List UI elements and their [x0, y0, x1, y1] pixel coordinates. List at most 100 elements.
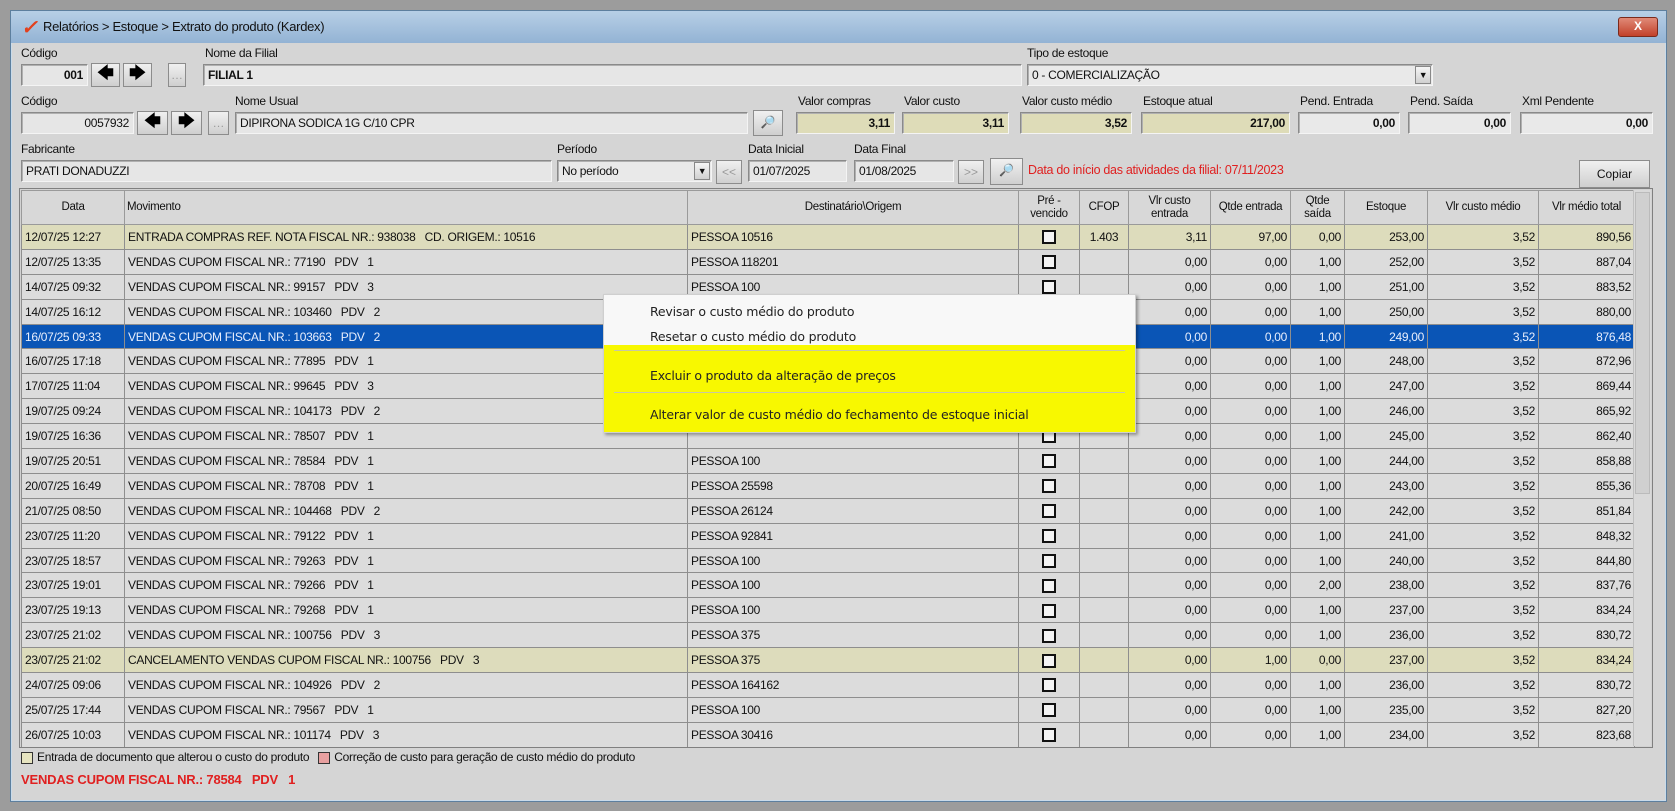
qe-cell: 0,00	[1210, 423, 1291, 450]
table-row[interactable]: 23/07/25 19:01 VENDAS CUPOM FISCAL NR.: 7…	[21, 572, 1635, 599]
table-row[interactable]: 12/07/25 12:27 ENTRADA COMPRAS REF. NOTA …	[21, 224, 1635, 250]
table-row[interactable]: 23/07/25 21:02 VENDAS CUPOM FISCAL NR.: 1…	[21, 622, 1635, 649]
qs-cell: 1,00	[1290, 373, 1345, 400]
table-row[interactable]: 23/07/25 18:57 VENDAS CUPOM FISCAL NR.: 7…	[21, 547, 1635, 574]
table-row[interactable]: 26/07/25 11:25VENDAS CUPOM FISCAL NR.: 7…	[21, 746, 1635, 747]
data-inicial-input[interactable]: 01/07/2025	[748, 160, 847, 182]
pre-vencido-checkbox[interactable]	[1042, 529, 1056, 544]
column-header[interactable]: Data	[21, 190, 125, 225]
pre-vencido-checkbox[interactable]	[1042, 678, 1056, 693]
column-header[interactable]: Vlr custo médio	[1427, 190, 1539, 225]
pesquisar-button[interactable]: 🔎	[990, 158, 1023, 185]
legend: Entrada de documento que alterou o custo…	[21, 750, 635, 764]
mov-cell: VENDAS CUPOM FISCAL NR.: 77190 PDV 1	[124, 248, 688, 275]
menu-item-alterar-custo-fechamento[interactable]: Alterar valor de custo médio do fechamen…	[650, 407, 1029, 422]
pre-vencido-checkbox[interactable]	[1042, 454, 1056, 469]
column-header[interactable]: Movimento	[124, 190, 688, 225]
pre-vencido-checkbox[interactable]	[1042, 504, 1056, 519]
table-row[interactable]: 23/07/25 11:20 VENDAS CUPOM FISCAL NR.: 7…	[21, 522, 1635, 549]
filial-codigo-input[interactable]: 001	[21, 64, 88, 86]
table-row[interactable]: 21/07/25 08:50 VENDAS CUPOM FISCAL NR.: 1…	[21, 497, 1635, 524]
cfop-cell	[1079, 497, 1129, 524]
aviso-inicio-atividades: Data do início das atividades da filial:…	[1028, 163, 1284, 177]
table-row[interactable]: 20/07/25 16:49 VENDAS CUPOM FISCAL NR.: 7…	[21, 472, 1635, 499]
filial-next-button[interactable]: 🡆	[123, 63, 152, 87]
data-cell: 20/07/25 16:49	[21, 472, 125, 499]
produto-search-button[interactable]: …	[208, 111, 229, 135]
pre-vencido-cell	[1018, 597, 1080, 624]
scrollbar-thumb[interactable]	[1635, 192, 1650, 494]
est-cell: 237,00	[1344, 647, 1428, 674]
column-header[interactable]: Destinatário\Origem	[687, 190, 1019, 225]
copiar-button[interactable]: Copiar	[1579, 160, 1650, 188]
produto-next-button[interactable]: 🡆	[171, 111, 202, 135]
column-header[interactable]: CFOP	[1079, 190, 1129, 225]
data-cell: 23/07/25 19:01	[21, 572, 125, 599]
menu-item-revisar-custo-medio[interactable]: Revisar o custo médio do produto	[650, 304, 855, 319]
column-header[interactable]: Qtde entrada	[1210, 190, 1291, 225]
column-header[interactable]: Estoque	[1344, 190, 1428, 225]
close-button[interactable]: X	[1618, 17, 1658, 37]
filial-search-button[interactable]: …	[168, 63, 186, 87]
column-header[interactable]: Pré - vencido	[1018, 190, 1080, 225]
vmt-cell: 890,56	[1538, 224, 1635, 250]
produto-codigo-input[interactable]: 0057932	[21, 112, 134, 134]
column-header[interactable]: Qtde saída	[1290, 190, 1345, 225]
pre-vencido-checkbox[interactable]	[1042, 603, 1056, 618]
data-inicial-label: Data Inicial	[748, 142, 804, 156]
pre-vencido-cell	[1018, 448, 1080, 474]
produto-nome-input[interactable]: DIPIRONA SODICA 1G C/10 CPR	[235, 112, 748, 134]
qe-cell: 0,00	[1210, 622, 1291, 649]
vcm-cell: 3,52	[1427, 597, 1539, 624]
table-row[interactable]: 23/07/25 21:02 CANCELAMENTO VENDAS CUPOM …	[21, 647, 1635, 674]
column-header[interactable]: Vlr custo entrada	[1128, 190, 1211, 225]
vce-cell: 0,00	[1128, 348, 1211, 375]
table-row[interactable]: 23/07/25 19:13 VENDAS CUPOM FISCAL NR.: 7…	[21, 597, 1635, 624]
pre-vencido-checkbox[interactable]	[1042, 728, 1056, 743]
menu-item-resetar-custo-medio[interactable]: Resetar o custo médio do produto	[650, 329, 856, 344]
produto-lookup-button[interactable]: 🔎	[753, 110, 783, 136]
periodo-select[interactable]: No período ▼	[557, 160, 712, 182]
vertical-scrollbar[interactable]	[1633, 190, 1651, 746]
qs-cell: 1,00	[1290, 298, 1345, 325]
table-row[interactable]: 24/07/25 09:06 VENDAS CUPOM FISCAL NR.: 1…	[21, 672, 1635, 698]
dest-cell: PESSOA 100	[687, 572, 1019, 599]
table-row[interactable]: 19/07/25 20:51 VENDAS CUPOM FISCAL NR.: 7…	[21, 448, 1635, 474]
pre-vencido-checkbox[interactable]	[1042, 628, 1056, 643]
filial-prev-button[interactable]: 🡄	[91, 63, 120, 87]
qs-cell: 1,00	[1290, 323, 1345, 350]
column-header[interactable]: Vlr médio total	[1538, 190, 1635, 225]
pre-vencido-checkbox[interactable]	[1042, 553, 1056, 568]
data-final-input[interactable]: 01/08/2025	[854, 160, 954, 182]
periodo-prev-button[interactable]: <<	[716, 160, 742, 184]
table-row[interactable]: 12/07/25 13:35 VENDAS CUPOM FISCAL NR.: 7…	[21, 248, 1635, 275]
dest-cell: PESSOA 118201	[687, 248, 1019, 275]
vmt-cell: 851,84	[1538, 497, 1635, 524]
periodo-next-button[interactable]: >>	[958, 160, 984, 184]
qe-cell: 97,00	[1210, 224, 1291, 250]
filial-nome-label: Nome da Filial	[205, 46, 278, 60]
vcm-cell: 3,52	[1427, 323, 1539, 350]
pre-vencido-checkbox[interactable]	[1042, 578, 1056, 593]
mov-cell: CANCELAMENTO VENDAS CUPOM FISCAL NR.: 10…	[124, 647, 688, 674]
pre-vencido-cell	[1018, 497, 1080, 524]
table-row[interactable]: 25/07/25 17:44 VENDAS CUPOM FISCAL NR.: 7…	[21, 696, 1635, 723]
produto-prev-button[interactable]: 🡄	[137, 111, 168, 135]
pre-vencido-checkbox[interactable]	[1042, 653, 1056, 668]
pre-vencido-checkbox[interactable]	[1042, 703, 1056, 718]
pre-vencido-checkbox[interactable]	[1042, 230, 1056, 245]
cfop-cell	[1079, 746, 1129, 747]
pre-vencido-checkbox[interactable]	[1042, 255, 1056, 270]
filial-nome-input[interactable]: FILIAL 1	[203, 64, 1022, 86]
tipo-estoque-select[interactable]: 0 - COMERCIALIZAÇÃO ▼	[1027, 64, 1433, 86]
qs-cell: 1,00	[1290, 672, 1345, 698]
menu-item-excluir-alteracao-precos[interactable]: Excluir o produto da alteração de preços	[650, 368, 896, 383]
chevron-down-icon[interactable]: ▼	[1415, 66, 1431, 84]
pre-vencido-checkbox[interactable]	[1042, 479, 1056, 494]
table-row[interactable]: 26/07/25 10:03 VENDAS CUPOM FISCAL NR.: 1…	[21, 721, 1635, 747]
fabricante-input[interactable]: PRATI DONADUZZI	[21, 160, 552, 182]
pre-vencido-checkbox[interactable]	[1042, 280, 1056, 295]
chevron-down-icon[interactable]: ▼	[694, 162, 710, 180]
vcm-cell: 3,52	[1427, 248, 1539, 275]
data-cell: 12/07/25 13:35	[21, 248, 125, 275]
